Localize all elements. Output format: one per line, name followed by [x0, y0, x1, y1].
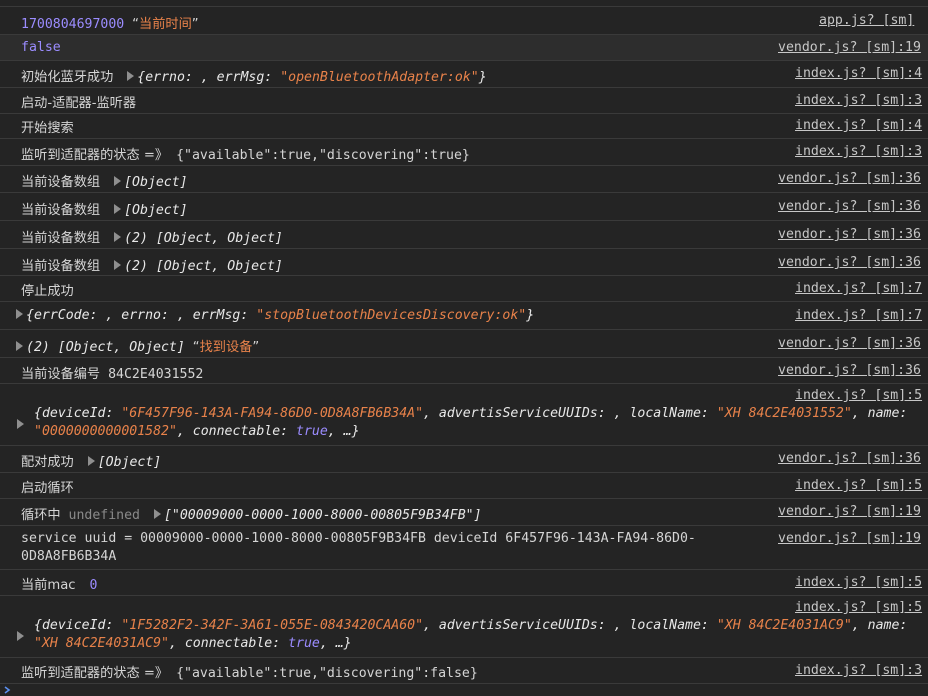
console-row: index.js? [sm]:5 {deviceId: "6F457F96-14…	[0, 384, 928, 446]
source-link[interactable]: app.js? [sm]	[819, 13, 914, 28]
log-string: “找到设备”	[192, 340, 260, 355]
log-message: false	[21, 40, 61, 55]
log-object[interactable]: {errno: , errMsg: "openBluetoothAdapter:…	[137, 70, 486, 85]
log-value: 84C2E4031552	[108, 367, 204, 382]
log-message: 启动-适配器-监听器	[21, 96, 137, 111]
console-row: 监听到适配器的状态 =》 {"available":true,"discover…	[0, 139, 928, 166]
source-link[interactable]: vendor.js? [sm]:19	[778, 40, 921, 55]
source-link[interactable]: index.js? [sm]:5	[795, 575, 922, 590]
console-row: 监听到适配器的状态 =》 {"available":true,"discover…	[0, 658, 928, 684]
source-link[interactable]: vendor.js? [sm]:36	[778, 255, 921, 270]
console-row: 初始化蓝牙成功 {errno: , errMsg: "openBluetooth…	[0, 61, 928, 88]
log-message: 启动循环	[21, 481, 74, 496]
console-row: 1700804697000 “当前时间” app.js? [sm]	[0, 7, 928, 35]
source-link[interactable]: vendor.js? [sm]:36	[778, 171, 921, 186]
console-row	[0, 0, 928, 7]
log-label: 当前mac	[21, 578, 76, 593]
log-message: 停止成功	[21, 284, 74, 299]
log-string: “当前时间”	[132, 17, 199, 32]
expand-triangle-icon[interactable]	[114, 232, 122, 242]
source-link[interactable]: index.js? [sm]:7	[795, 281, 922, 296]
source-link[interactable]: vendor.js? [sm]:36	[778, 227, 921, 242]
console-row: 当前设备数组 [Object] vendor.js? [sm]:36	[0, 193, 928, 221]
log-label: 配对成功	[21, 455, 74, 470]
log-label: 当前设备编号	[21, 367, 101, 382]
log-object[interactable]: ["00009000-0000-1000-8000-00805F9B34FB"]	[164, 508, 482, 523]
log-object[interactable]: [Object]	[124, 203, 188, 218]
source-link[interactable]: index.js? [sm]:3	[795, 663, 922, 678]
chevron-right-icon[interactable]	[2, 684, 14, 696]
log-message: service uuid = 00009000-0000-1000-8000-0…	[21, 531, 696, 564]
source-link[interactable]: index.js? [sm]:5	[795, 478, 922, 493]
console-row: 当前设备数组 (2) [Object, Object] vendor.js? […	[0, 221, 928, 249]
console-row: 配对成功 [Object] vendor.js? [sm]:36	[0, 446, 928, 473]
console-row: 循环中 undefined ["00009000-0000-1000-8000-…	[0, 499, 928, 526]
expand-triangle-icon[interactable]	[114, 176, 122, 186]
source-link[interactable]: vendor.js? [sm]:19	[778, 504, 921, 519]
log-object[interactable]: {deviceId: "6F457F96-143A-FA94-86D0-0D8A…	[34, 405, 907, 441]
log-json: {"available":true,"discovering":false}	[176, 666, 478, 681]
log-label: 当前设备数组	[21, 231, 101, 246]
source-link[interactable]: index.js? [sm]:5	[795, 388, 922, 403]
expand-triangle-icon[interactable]	[17, 631, 24, 641]
expand-triangle-icon[interactable]	[16, 309, 23, 319]
log-label: 初始化蓝牙成功	[21, 70, 114, 85]
source-link[interactable]: vendor.js? [sm]:36	[778, 336, 921, 351]
expand-triangle-icon[interactable]	[127, 71, 135, 81]
console-row: 当前设备编号 84C2E4031552 vendor.js? [sm]:36	[0, 358, 928, 384]
source-link[interactable]: index.js? [sm]:3	[795, 144, 922, 159]
log-label: 当前设备数组	[21, 175, 101, 190]
console-row: 停止成功 index.js? [sm]:7	[0, 276, 928, 302]
log-object[interactable]: [Object]	[124, 175, 188, 190]
console-row: 启动-适配器-监听器 index.js? [sm]:3	[0, 88, 928, 114]
console-row: 启动循环 index.js? [sm]:5	[0, 473, 928, 499]
source-link[interactable]: index.js? [sm]:3	[795, 93, 922, 108]
log-label: 当前设备数组	[21, 203, 101, 218]
console-row: index.js? [sm]:5 {deviceId: "1F5282F2-34…	[0, 596, 928, 658]
console-panel: 1700804697000 “当前时间” app.js? [sm] false …	[0, 0, 928, 696]
source-link[interactable]: vendor.js? [sm]:36	[778, 363, 921, 378]
log-object[interactable]: (2) [Object, Object]	[26, 340, 185, 355]
console-row: (2) [Object, Object] “找到设备” vendor.js? […	[0, 330, 928, 358]
expand-triangle-icon[interactable]	[114, 260, 122, 270]
source-link[interactable]: index.js? [sm]:4	[795, 66, 922, 81]
log-label: 监听到适配器的状态 =》	[21, 148, 169, 163]
log-label: 监听到适配器的状态 =》	[21, 666, 169, 681]
log-message: 开始搜索	[21, 121, 74, 136]
expand-triangle-icon[interactable]	[114, 204, 122, 214]
log-value: 0	[89, 578, 98, 593]
log-undefined: undefined	[68, 508, 140, 523]
log-object[interactable]: {deviceId: "1F5282F2-342F-3A61-055E-0843…	[34, 617, 907, 653]
console-row: 当前设备数组 [Object] vendor.js? [sm]:36	[0, 166, 928, 193]
log-object[interactable]: [Object]	[98, 455, 162, 470]
console-row: 当前mac 0 index.js? [sm]:5	[0, 570, 928, 596]
console-row: 开始搜索 index.js? [sm]:4	[0, 114, 928, 139]
expand-triangle-icon[interactable]	[153, 509, 161, 519]
source-link[interactable]: vendor.js? [sm]:36	[778, 199, 921, 214]
log-json: {"available":true,"discovering":true}	[176, 148, 470, 163]
console-row: service uuid = 00009000-0000-1000-8000-0…	[0, 526, 928, 570]
source-link[interactable]: index.js? [sm]:4	[795, 118, 922, 133]
log-number: 1700804697000	[21, 17, 125, 32]
expand-triangle-icon[interactable]	[17, 419, 24, 429]
log-label: 循环中	[21, 508, 61, 523]
source-link[interactable]: vendor.js? [sm]:19	[778, 531, 921, 546]
source-link[interactable]: index.js? [sm]:7	[795, 308, 922, 323]
expand-triangle-icon[interactable]	[16, 341, 23, 351]
log-object[interactable]: (2) [Object, Object]	[124, 231, 283, 246]
console-row: {errCode: , errno: , errMsg: "stopBlueto…	[0, 302, 928, 330]
source-link[interactable]: index.js? [sm]:5	[795, 600, 922, 615]
log-object[interactable]: (2) [Object, Object]	[124, 259, 283, 274]
console-row: false vendor.js? [sm]:19	[0, 35, 928, 61]
log-label: 当前设备数组	[21, 259, 101, 274]
console-row: 当前设备数组 (2) [Object, Object] vendor.js? […	[0, 249, 928, 276]
log-object[interactable]: {errCode: , errno: , errMsg: "stopBlueto…	[26, 308, 534, 323]
source-link[interactable]: vendor.js? [sm]:36	[778, 451, 921, 466]
expand-triangle-icon[interactable]	[87, 456, 95, 466]
